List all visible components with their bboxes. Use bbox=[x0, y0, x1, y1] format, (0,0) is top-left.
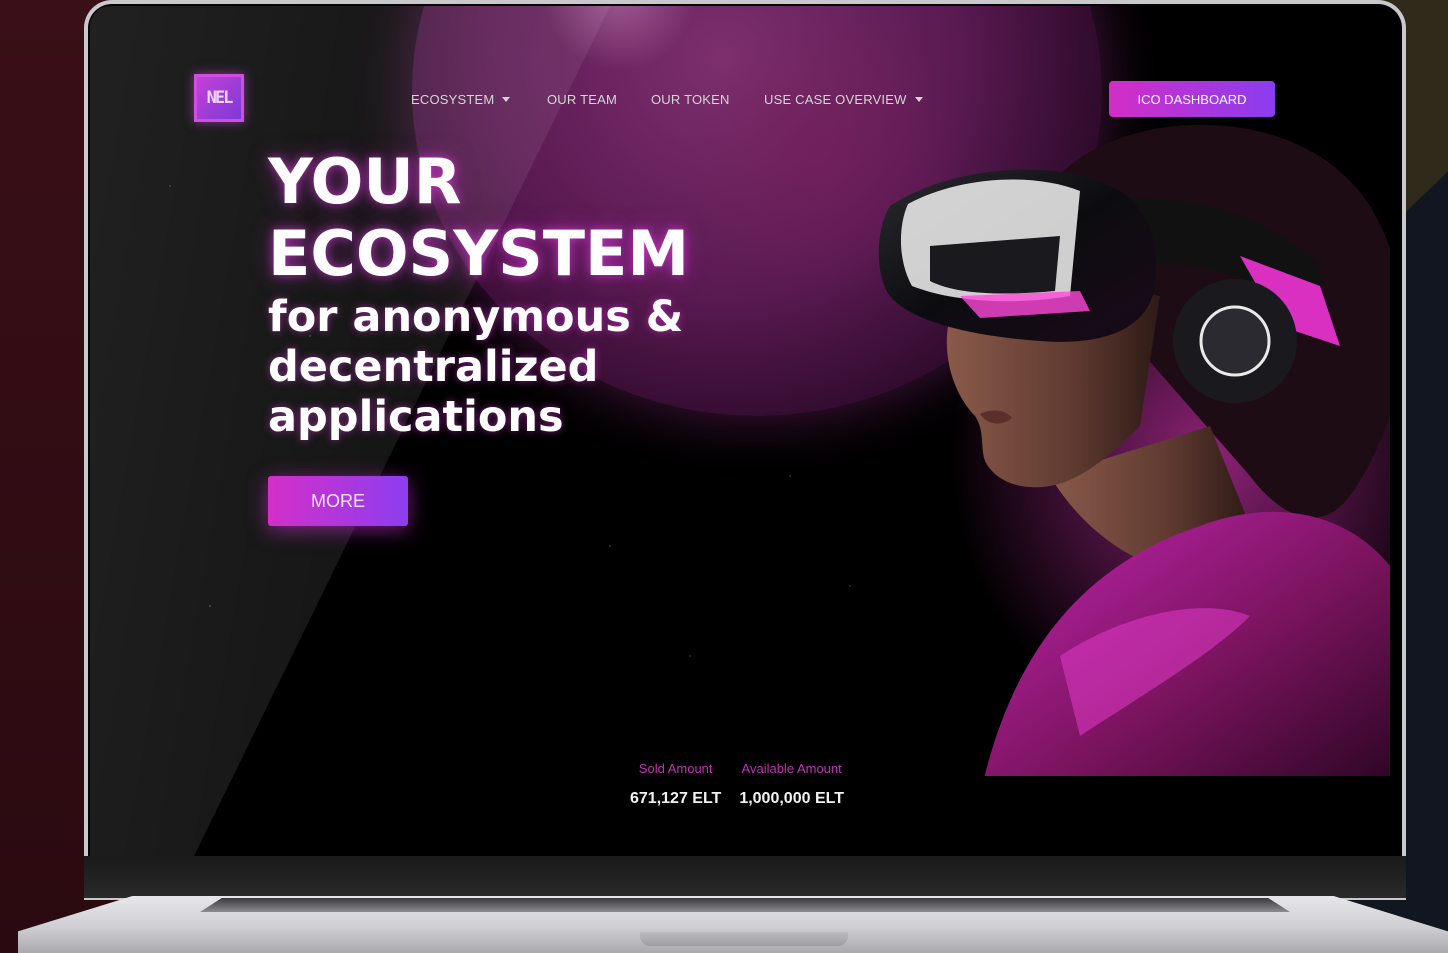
hero-subtitle-line1: for anonymous & bbox=[268, 292, 684, 342]
hero-title-line1: YOUR bbox=[268, 145, 462, 218]
page-stage: NEL ECOSYSTEM OUR TEAM OUR TOKEN USE CAS… bbox=[0, 0, 1448, 953]
sold-amount-label: Sold Amount bbox=[638, 761, 713, 776]
hero-section: YOUR ECOSYSTEM for anonymous & decentral… bbox=[268, 145, 788, 443]
sold-amount-value: 671,127 ELT bbox=[630, 790, 722, 807]
laptop-screen: NEL ECOSYSTEM OUR TEAM OUR TOKEN USE CAS… bbox=[90, 6, 1400, 856]
vr-woman-image bbox=[878, 124, 1390, 776]
laptop-keyboard-edge bbox=[200, 898, 1290, 912]
available-amount-label: Available Amount bbox=[741, 761, 842, 776]
token-stats: Sold Amount 671,127 ELT Available Amount… bbox=[630, 761, 844, 808]
ico-dashboard-button[interactable]: ICO DASHBOARD bbox=[1109, 81, 1275, 117]
hero-subtitle-line2: decentralized bbox=[268, 342, 599, 392]
laptop-hinge bbox=[84, 856, 1406, 898]
hero-title-line2: ECOSYSTEM bbox=[268, 217, 690, 290]
nav-item-ecosystem[interactable]: ECOSYSTEM bbox=[411, 92, 511, 107]
nav-item-our-team[interactable]: OUR TEAM bbox=[547, 92, 617, 107]
more-button[interactable]: MORE bbox=[268, 476, 408, 526]
sold-amount-stat: Sold Amount 671,127 ELT bbox=[630, 761, 721, 808]
available-amount-stat: Available Amount 1,000,000 ELT bbox=[739, 761, 844, 808]
nav-item-label: OUR TEAM bbox=[547, 92, 617, 107]
available-amount-value: 1,000,000 ELT bbox=[739, 790, 844, 807]
chevron-down-icon bbox=[502, 97, 511, 102]
nav-item-use-case-overview[interactable]: USE CASE OVERVIEW bbox=[764, 92, 923, 107]
nav-item-label: OUR TOKEN bbox=[651, 92, 730, 107]
nav-item-label: USE CASE OVERVIEW bbox=[764, 92, 907, 107]
hero-subtitle-line3: applications bbox=[268, 392, 564, 442]
nav-item-label: ECOSYSTEM bbox=[411, 92, 495, 107]
laptop-notch bbox=[640, 932, 848, 946]
nav-item-our-token[interactable]: OUR TOKEN bbox=[651, 92, 730, 107]
chevron-down-icon bbox=[914, 97, 923, 102]
logo-icon[interactable]: NEL bbox=[194, 74, 244, 122]
